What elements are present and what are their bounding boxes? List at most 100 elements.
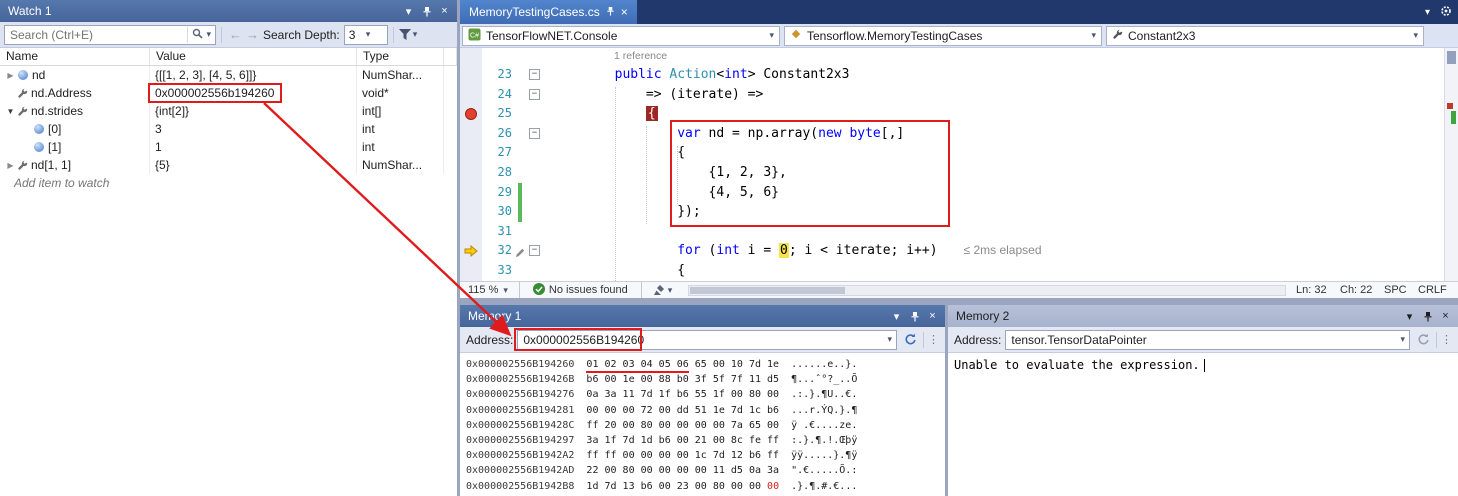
tab-memorytestingcases[interactable]: MemoryTestingCases.cs × [460, 0, 637, 24]
code-line-27[interactable]: 27 { [460, 143, 1444, 163]
space-mode-indicator[interactable]: SPC [1384, 284, 1418, 296]
code-text[interactable]: {1, 2, 3}, [544, 163, 787, 183]
watch-value[interactable]: 3 [155, 122, 162, 136]
watch-row[interactable]: [1] 1 int [0, 138, 457, 156]
code-text[interactable]: for (int i = 0; i < iterate; i++)≤ 2ms e… [544, 241, 1042, 261]
code-area[interactable]: 1 reference 23 − public Action<int> Cons… [460, 48, 1444, 281]
breakpoint-margin[interactable] [460, 104, 482, 124]
member-dropdown[interactable]: Constant2x3 ▾ [1106, 26, 1424, 46]
breakpoint-margin[interactable] [460, 241, 482, 261]
memory2-content[interactable]: Unable to evaluate the expression. [948, 353, 1458, 496]
breakpoint-margin[interactable] [460, 163, 482, 183]
watch-value[interactable]: 0x000002556b194260 [155, 86, 274, 100]
collapse-toggle-icon[interactable]: − [529, 69, 540, 80]
memory1-titlebar[interactable]: Memory 1 ▾ × [460, 305, 945, 327]
search-back-icon[interactable]: ← [229, 27, 242, 42]
watch-row[interactable]: nd.Address 0x000002556b194260 void* [0, 84, 457, 102]
memory2-address-input[interactable] [1006, 333, 1396, 347]
expander-icon[interactable]: ▶ [4, 71, 17, 80]
pin-icon[interactable] [906, 308, 923, 325]
memory-bytes[interactable]: 1d 7d 13 b6 00 23 00 80 00 00 00 [586, 481, 779, 492]
document-list-caret-icon[interactable]: ▾ [1425, 7, 1430, 18]
code-line-23[interactable]: 23 − public Action<int> Constant2x3 [460, 65, 1444, 85]
gear-icon[interactable] [1440, 5, 1452, 20]
watch-grid-header[interactable]: Name Value Type [0, 48, 457, 66]
column-header-value[interactable]: Value [150, 48, 357, 65]
collapse-toggle-icon[interactable]: − [529, 245, 540, 256]
watch-value[interactable]: {int[2]} [155, 104, 189, 118]
memory-row[interactable]: 0x000002556B1942B8 1d 7d 13 b6 00 23 00 … [466, 479, 945, 494]
watch-row[interactable]: ▶ nd[1, 1] {5} NumShar... [0, 156, 457, 174]
code-line-26[interactable]: 26 − var nd = np.array(new byte[,] [460, 124, 1444, 144]
code-text[interactable]: { [544, 143, 685, 163]
breakpoint-margin[interactable] [460, 65, 482, 85]
code-line-32[interactable]: 32 − for (int i = 0; i < iterate; i++)≤ … [460, 241, 1444, 261]
memory-bytes[interactable]: 01 02 03 04 05 06 65 00 10 7d 1e [586, 359, 779, 370]
column-header-type[interactable]: Type [357, 48, 444, 65]
memory1-dump[interactable]: 0x000002556B194260 01 02 03 04 05 06 65 … [460, 353, 945, 496]
tab-close-icon[interactable]: × [621, 5, 628, 19]
window-position-icon[interactable]: ▾ [400, 3, 417, 20]
document-health-indicator[interactable]: No issues found [525, 283, 636, 298]
close-icon[interactable]: × [436, 3, 453, 20]
memory1-address-input[interactable] [518, 333, 883, 347]
breakpoint-margin[interactable] [460, 183, 482, 203]
toolbar-overflow-icon[interactable]: ⋮ [1441, 333, 1452, 346]
watch-value[interactable]: {[[1, 2, 3], [4, 5, 6]]} [155, 68, 256, 82]
memory-row[interactable]: 0x000002556B1942A2 ff ff 00 00 00 00 1c … [466, 448, 945, 463]
search-options-caret-icon[interactable]: ▾ [206, 29, 211, 40]
memory-bytes[interactable]: ff ff 00 00 00 00 1c 7d 12 b6 ff [586, 450, 779, 461]
line-indicator[interactable]: Ln: 32 [1296, 284, 1340, 296]
chevron-down-icon[interactable]: ▾ [883, 334, 896, 345]
code-line-33[interactable]: 33 { [460, 261, 1444, 281]
search-icon[interactable] [192, 28, 203, 42]
code-text[interactable]: {4, 5, 6} [544, 183, 779, 203]
tab-pin-icon[interactable] [606, 5, 615, 19]
memory-bytes[interactable]: 22 00 80 00 00 00 00 11 d5 0a 3a [586, 465, 779, 476]
watch-row[interactable]: ▼ nd.strides {int[2]} int[] [0, 102, 457, 120]
editor-vertical-scrollbar[interactable] [1444, 48, 1458, 281]
close-icon[interactable]: × [1437, 308, 1454, 325]
breakpoint-margin[interactable] [460, 261, 482, 281]
code-text[interactable]: { [544, 261, 685, 281]
memory-row[interactable]: 0x000002556B194260 01 02 03 04 05 06 65 … [466, 357, 945, 372]
breakpoint-icon[interactable] [465, 108, 477, 120]
add-watch-row[interactable]: Add item to watch [0, 174, 457, 192]
code-text[interactable]: { [544, 104, 658, 124]
pin-icon[interactable] [418, 3, 435, 20]
memory-row[interactable]: 0x000002556B194281 00 00 00 72 00 dd 51 … [466, 403, 945, 418]
memory-row[interactable]: 0x000002556B194276 0a 3a 11 7d 1f b6 55 … [466, 387, 945, 402]
breakpoint-margin[interactable] [460, 143, 482, 163]
toolbar-overflow-icon[interactable]: ⋮ [928, 333, 939, 346]
code-line-29[interactable]: 29 {4, 5, 6} [460, 183, 1444, 203]
code-text[interactable]: }); [544, 202, 701, 222]
scrollbar-thumb[interactable] [690, 287, 845, 294]
line-ending-indicator[interactable]: CRLF [1418, 284, 1448, 296]
collapse-toggle-icon[interactable]: − [529, 89, 540, 100]
chevron-down-icon[interactable]: ▾ [1396, 334, 1409, 345]
code-text[interactable]: public Action<int> Constant2x3 [544, 65, 849, 85]
memory-row[interactable]: 0x000002556B19426B b6 00 1e 00 88 b0 3f … [466, 372, 945, 387]
scrollbar-thumb[interactable] [1447, 51, 1456, 64]
watch-value[interactable]: {5} [155, 158, 170, 172]
window-position-icon[interactable]: ▾ [1401, 308, 1418, 325]
expander-icon[interactable]: ▼ [4, 107, 17, 116]
breakpoint-margin[interactable] [460, 222, 482, 242]
project-dropdown[interactable]: C# TensorFlowNET.Console ▾ [462, 26, 780, 46]
editor-horizontal-scrollbar[interactable] [688, 285, 1286, 296]
memory-row[interactable]: 0x000002556B194297 3a 1f 7d 1d b6 00 21 … [466, 433, 945, 448]
memory1-address-combo[interactable]: ▾ [517, 330, 897, 350]
zoom-select[interactable]: 115 % ▾ [460, 284, 514, 296]
breakpoint-margin[interactable] [460, 85, 482, 105]
code-line-24[interactable]: 24 − => (iterate) => [460, 85, 1444, 105]
code-text[interactable]: => (iterate) => [544, 85, 763, 105]
close-icon[interactable]: × [924, 308, 941, 325]
memory-bytes[interactable]: 0a 3a 11 7d 1f b6 55 1f 00 80 00 [586, 389, 779, 400]
watch-titlebar[interactable]: Watch 1 ▾ × [0, 0, 457, 22]
collapse-toggle-icon[interactable]: − [529, 128, 540, 139]
filter-icon[interactable]: ▾ [399, 29, 418, 40]
memory2-address-combo[interactable]: ▾ [1005, 330, 1410, 350]
pin-icon[interactable] [1419, 308, 1436, 325]
memory-bytes[interactable]: 00 00 00 72 00 dd 51 1e 7d 1c b6 [586, 405, 779, 416]
expander-icon[interactable]: ▶ [4, 161, 17, 170]
